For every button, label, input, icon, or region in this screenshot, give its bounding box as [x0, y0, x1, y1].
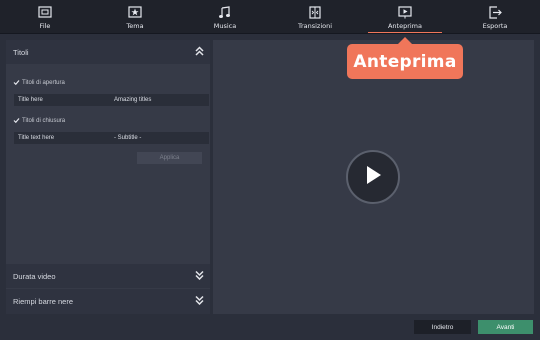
tab-transizioni[interactable]: Transizioni [270, 0, 360, 34]
closing-titles-checkbox[interactable]: Titoli di chiusura [13, 117, 65, 124]
check-icon [13, 79, 20, 86]
tab-musica[interactable]: Musica [180, 0, 270, 34]
tab-tema-label: Tema [126, 22, 144, 30]
play-icon [364, 165, 382, 190]
back-button[interactable]: Indietro [414, 320, 471, 334]
closing-title-input[interactable]: Title text here [14, 135, 110, 141]
theme-star-icon [126, 4, 144, 20]
transitions-icon [306, 4, 324, 20]
chevron-down-icon[interactable] [195, 270, 204, 282]
play-button[interactable] [346, 150, 400, 204]
titles-section-title: Titoli [13, 47, 29, 57]
top-toolbar: File Tema Musica Transizioni Anteprima E… [0, 0, 540, 34]
closing-titles-label: Titoli di chiusura [22, 117, 66, 124]
tab-tema[interactable]: Tema [90, 0, 180, 34]
tab-anteprima[interactable]: Anteprima [360, 0, 450, 34]
check-icon [13, 117, 20, 124]
preview-callout: Anteprima [347, 37, 463, 79]
left-panel: Titoli Titoli di apertura Title here Ama… [6, 40, 210, 314]
opening-title-input[interactable]: Title here [14, 97, 110, 103]
opening-titles-label: Titoli di apertura [22, 79, 65, 86]
next-button[interactable]: Avanti [478, 320, 533, 334]
tab-esporta[interactable]: Esporta [450, 0, 540, 34]
tab-file[interactable]: File [0, 0, 90, 34]
opening-titles-checkbox[interactable]: Titoli di apertura [13, 79, 65, 86]
tab-file-label: File [39, 22, 51, 30]
chevron-up-icon[interactable] [195, 46, 204, 58]
opening-subtitle-input[interactable]: Amazing titles [110, 97, 209, 103]
duration-section-title: Durata video [13, 271, 56, 281]
export-icon [486, 4, 504, 20]
opening-titles-fields: Title here Amazing titles [14, 94, 209, 106]
closing-titles-fields: Title text here - Subtitle - [14, 132, 209, 144]
chevron-down-icon[interactable] [195, 295, 204, 307]
tab-transizioni-label: Transizioni [297, 22, 333, 30]
closing-subtitle-input[interactable]: - Subtitle - [110, 135, 209, 141]
titles-section-header[interactable]: Titoli [6, 40, 210, 64]
duration-section-header[interactable]: Durata video [6, 264, 210, 288]
tab-anteprima-label: Anteprima [387, 22, 423, 30]
tab-esporta-label: Esporta [482, 22, 508, 30]
music-note-icon [216, 4, 234, 20]
toolbar-divider [0, 33, 540, 34]
preview-play-icon [396, 4, 414, 20]
fill-section-header[interactable]: Riempi barre nere [6, 289, 210, 314]
file-icon [36, 4, 54, 20]
apply-button[interactable]: Applica [137, 152, 202, 164]
fill-section-title: Riempi barre nere [13, 297, 74, 306]
tab-musica-label: Musica [213, 22, 237, 30]
